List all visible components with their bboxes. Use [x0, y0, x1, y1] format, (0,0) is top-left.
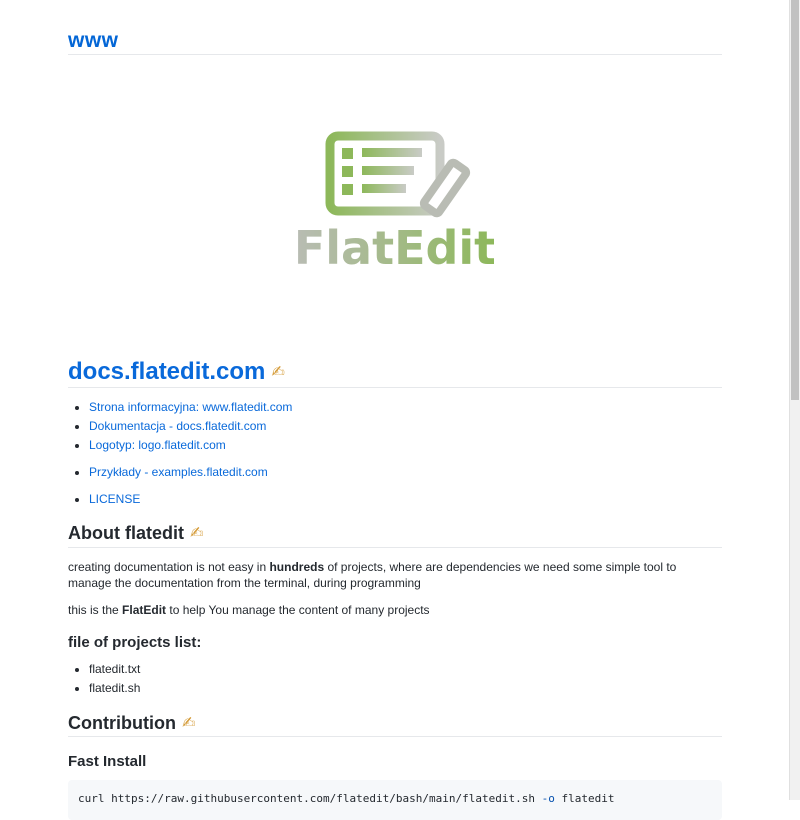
site-links-list: Strona informacyjna: www.flatedit.com Do…: [89, 398, 292, 509]
scrollbar[interactable]: [789, 0, 800, 800]
code-command: curl https://raw.githubusercontent.com/f…: [78, 792, 535, 805]
contribution-heading: Contribution ✍: [68, 710, 722, 737]
bold-text: FlatEdit: [122, 603, 167, 617]
files-list: flatedit.txt flatedit.sh: [89, 660, 140, 698]
flatedit-logo: FlatEdit: [296, 131, 494, 270]
text: creating documentation is not easy in: [68, 560, 270, 574]
files-heading: file of projects list:: [68, 634, 202, 651]
page-title-link[interactable]: docs.flatedit.com: [68, 358, 265, 385]
scrollbar-thumb[interactable]: [791, 0, 799, 400]
pencil-icon: [419, 158, 471, 218]
list-item: Logotyp: logo.flatedit.com: [89, 436, 292, 455]
bold-text: hundreds: [269, 560, 325, 574]
about-heading-text: About flatedit: [68, 523, 184, 543]
list-item: LICENSE: [89, 490, 292, 509]
contribution-heading-text: Contribution: [68, 713, 176, 733]
text: this is the: [68, 603, 123, 617]
writing-hand-icon: ✍: [189, 525, 204, 543]
list-item: Przykłady - examples.flatedit.com: [89, 463, 292, 482]
about-paragraph-2: this is the FlatEdit to help You manage …: [68, 602, 722, 618]
site-header: www: [68, 0, 722, 55]
site-title-link[interactable]: www: [68, 29, 119, 52]
install-code-block[interactable]: curl https://raw.githubusercontent.com/f…: [68, 780, 722, 820]
code-option: -o: [541, 792, 555, 805]
logo-wordmark: FlatEdit: [296, 221, 494, 270]
list-item: Dokumentacja - docs.flatedit.com: [89, 417, 292, 436]
list-item: flatedit.sh: [89, 679, 140, 698]
link-info-site[interactable]: Strona informacyjna: www.flatedit.com: [89, 400, 292, 414]
page-content: www FlatEdit docs.flatedit.com ✍ • Stron…: [68, 0, 722, 820]
about-paragraph-1: creating documentation is not easy in hu…: [68, 559, 722, 591]
about-heading: About flatedit ✍: [68, 520, 722, 548]
link-logo[interactable]: Logotyp: logo.flatedit.com: [89, 438, 226, 452]
writing-hand-icon: ✍: [181, 715, 196, 733]
fast-install-heading: Fast Install: [68, 753, 147, 770]
list-item: flatedit.txt: [89, 660, 140, 679]
code-argument: flatedit: [561, 792, 615, 805]
link-license[interactable]: LICENSE: [89, 492, 140, 506]
list-item: Strona informacyjna: www.flatedit.com: [89, 398, 292, 417]
text: to help You manage the content of many p…: [166, 603, 430, 617]
link-examples[interactable]: Przykłady - examples.flatedit.com: [89, 465, 268, 479]
page-title: docs.flatedit.com ✍: [68, 354, 722, 388]
writing-hand-icon: ✍: [271, 363, 285, 381]
link-docs[interactable]: Dokumentacja - docs.flatedit.com: [89, 419, 266, 433]
